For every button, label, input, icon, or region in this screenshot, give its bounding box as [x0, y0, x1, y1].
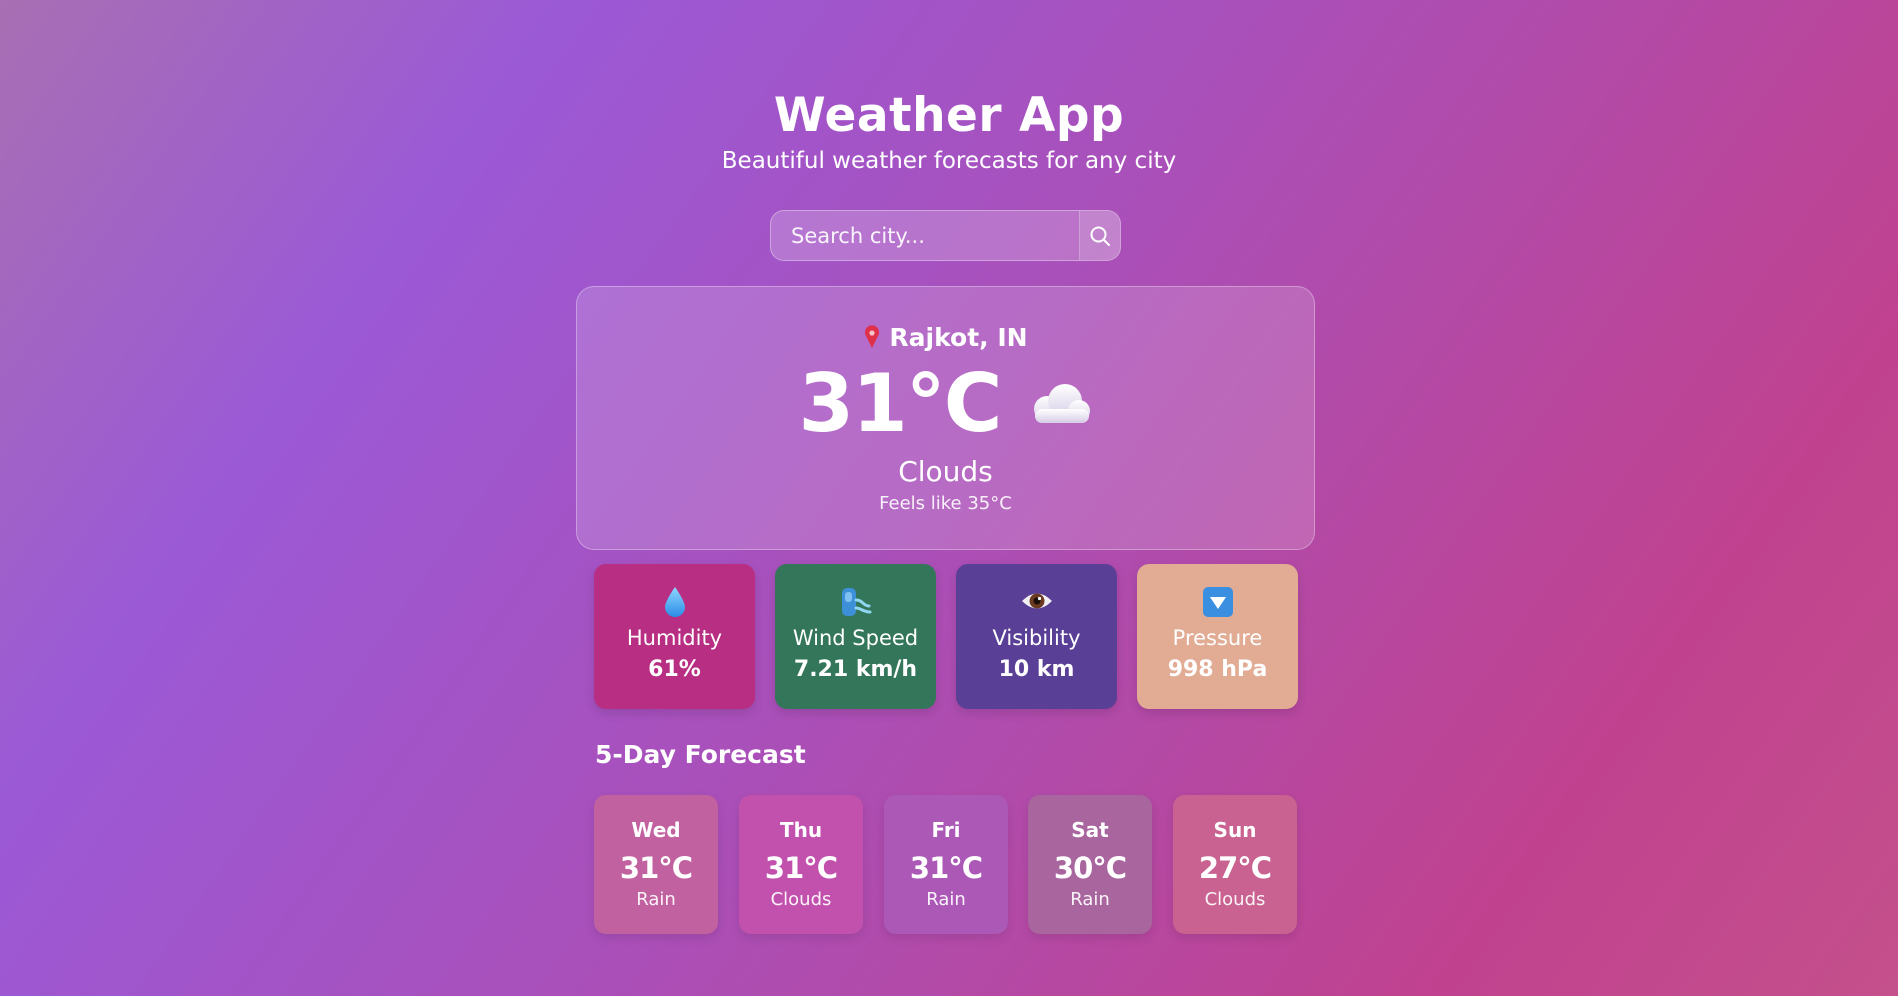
humidity-value: 61%	[648, 657, 701, 682]
forecast-title: 5-Day Forecast	[595, 740, 806, 769]
current-weather-card: Rajkot, IN 31°C Clouds Feels like 35°C	[576, 286, 1315, 550]
forecast-temp: 31°C	[619, 851, 693, 885]
cloud-icon	[1033, 383, 1090, 423]
forecast-day: Fri	[931, 818, 961, 842]
down-arrow-icon	[1202, 587, 1233, 617]
forecast-card-thu[interactable]: Thu 31°C Clouds	[739, 795, 863, 934]
forecast-card-wed[interactable]: Wed 31°C Rain	[594, 795, 718, 934]
visibility-card: Visibility 10 km	[956, 564, 1117, 709]
wind-icon	[841, 588, 871, 616]
app-subtitle: Beautiful weather forecasts for any city	[721, 148, 1177, 174]
forecast-card-fri[interactable]: Fri 31°C Rain	[884, 795, 1008, 934]
search-icon	[1090, 226, 1110, 246]
search-button[interactable]	[1079, 211, 1120, 260]
forecast-condition: Clouds	[1204, 889, 1266, 910]
humidity-label: Humidity	[626, 626, 723, 650]
forecast-day: Wed	[631, 818, 681, 842]
droplet-icon	[664, 587, 685, 617]
forecast-condition: Rain	[926, 889, 966, 910]
forecast-card-sat[interactable]: Sat 30°C Rain	[1028, 795, 1152, 934]
search-input[interactable]	[771, 211, 1079, 260]
forecast-temp: 31°C	[909, 851, 983, 885]
visibility-value: 10 km	[998, 657, 1075, 682]
condition: Clouds	[898, 455, 993, 488]
forecast-day: Thu	[779, 818, 823, 842]
forecast-day: Sat	[1071, 818, 1109, 842]
visibility-label: Visibility	[992, 626, 1081, 650]
wind-speed-card: Wind Speed 7.21 km/h	[775, 564, 936, 709]
location: Rajkot, IN	[577, 323, 1314, 352]
pressure-label: Pressure	[1172, 626, 1263, 650]
forecast-condition: Rain	[636, 889, 676, 910]
forecast-card-sun[interactable]: Sun 27°C Clouds	[1173, 795, 1297, 934]
pressure-value: 998 hPa	[1167, 657, 1268, 682]
app-title: Weather App	[773, 88, 1125, 143]
location-text: Rajkot, IN	[889, 323, 1028, 352]
search-bar	[770, 210, 1121, 261]
feels-like: Feels like 35°C	[879, 493, 1012, 514]
pin-icon	[865, 325, 880, 348]
forecast-temp: 31°C	[764, 851, 838, 885]
wind-speed-value: 7.21 km/h	[793, 657, 918, 682]
forecast-temp: 30°C	[1053, 851, 1127, 885]
wind-speed-label: Wind Speed	[792, 626, 919, 650]
forecast-day: Sun	[1213, 818, 1257, 842]
forecast-temp: 27°C	[1198, 851, 1272, 885]
humidity-card: Humidity 61%	[594, 564, 755, 709]
forecast-condition: Clouds	[770, 889, 832, 910]
pressure-card: Pressure 998 hPa	[1137, 564, 1298, 709]
forecast-condition: Rain	[1070, 889, 1110, 910]
eye-icon	[1021, 593, 1052, 609]
current-temperature: 31°C	[798, 357, 1002, 450]
